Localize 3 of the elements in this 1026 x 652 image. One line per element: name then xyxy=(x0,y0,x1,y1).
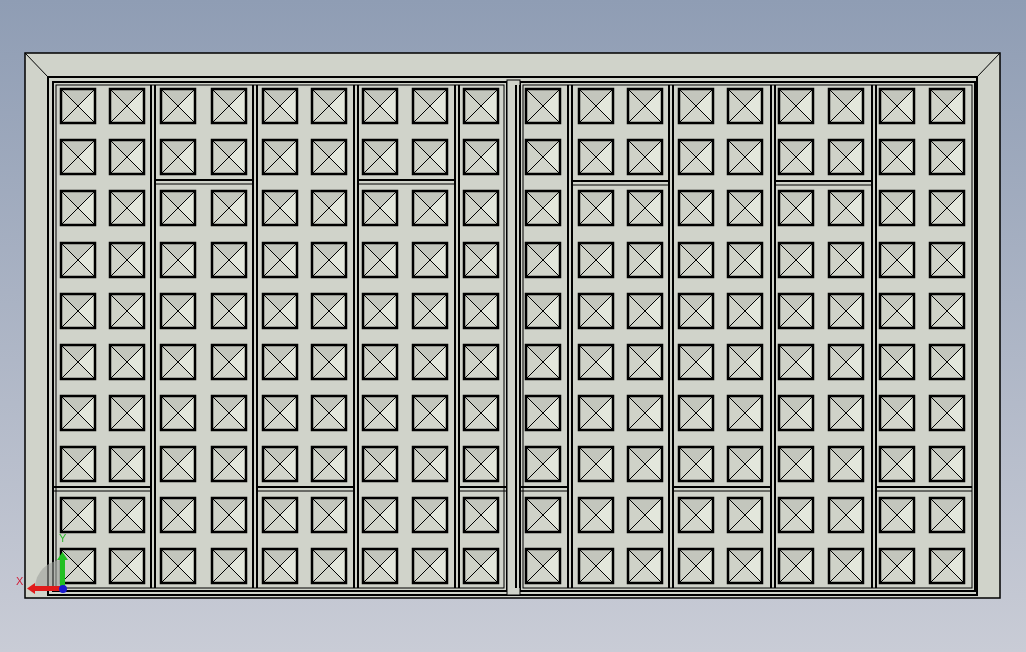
axis-triad-icon xyxy=(24,552,70,594)
y-axis-label: Y xyxy=(59,533,67,544)
x-axis-label: X xyxy=(16,576,24,587)
